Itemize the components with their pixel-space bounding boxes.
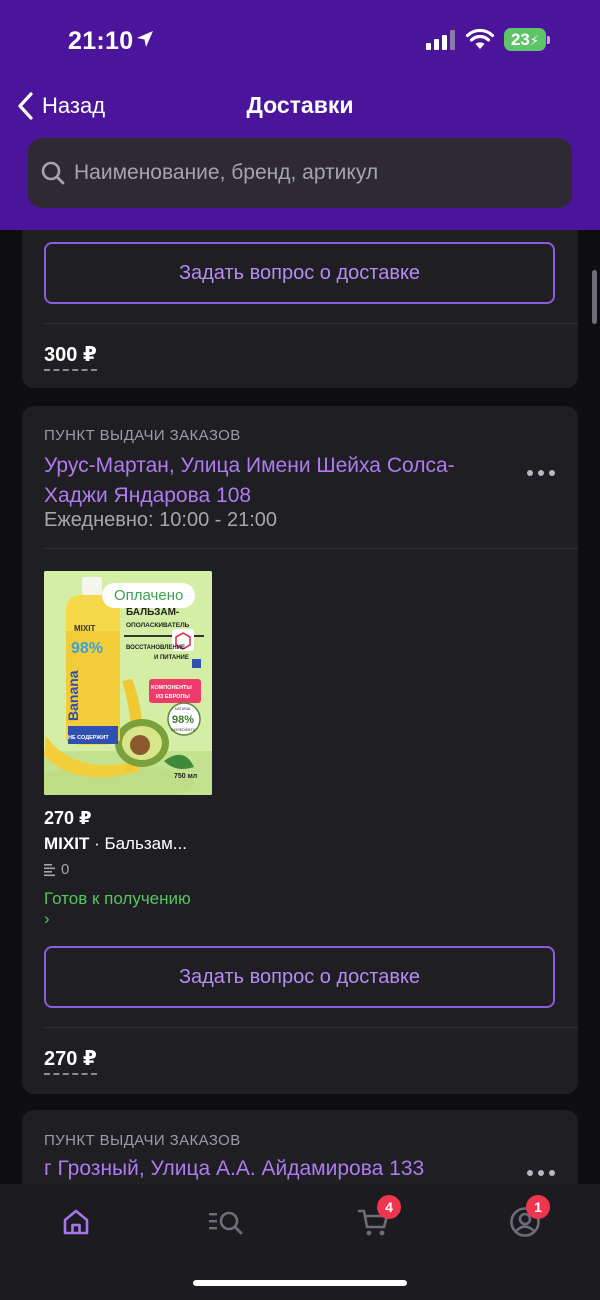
- search-input[interactable]: Наименование, бренд, артикул: [28, 138, 572, 208]
- list-icon: [44, 863, 55, 876]
- catalog-search-icon: [209, 1211, 243, 1235]
- delivery-card: Задать вопрос о доставке 300 ₽: [22, 230, 578, 388]
- product-natural-percent: 98%: [172, 714, 194, 726]
- more-options-icon[interactable]: [526, 464, 556, 482]
- product-title-2: ОПОЛАСКИВАТЕЛЬ: [126, 622, 190, 629]
- product-banana-text: Banana: [65, 670, 81, 721]
- ask-delivery-question-button[interactable]: Задать вопрос о доставке: [44, 946, 555, 1008]
- product-quantity: 0: [44, 861, 69, 878]
- quantity-value: 0: [61, 861, 70, 878]
- battery-icon: 23⚡: [504, 28, 546, 51]
- product-title: · Бальзам...: [89, 834, 187, 853]
- order-status-link[interactable]: Готов к получению: [44, 889, 191, 909]
- product-image[interactable]: MIXIT 98% Banana НЕ СОДЕРЖИТ БАЛЬЗАМ- ОП…: [44, 571, 212, 795]
- product-brand: MIXIT: [44, 834, 90, 853]
- more-options-icon[interactable]: [526, 1164, 556, 1182]
- divider: [44, 1027, 578, 1028]
- home-icon: [63, 1209, 89, 1235]
- cellular-signal-icon: [426, 30, 456, 55]
- home-indicator[interactable]: [193, 1280, 407, 1286]
- divider: [44, 548, 578, 549]
- tab-home[interactable]: [56, 1202, 96, 1242]
- battery-tip: [547, 36, 550, 44]
- tab-bar: 4 1: [0, 1184, 600, 1300]
- cart-badge: 4: [377, 1195, 401, 1219]
- pickup-hours: Ежедневно: 10:00 - 21:00: [44, 509, 278, 531]
- pickup-address[interactable]: г Грозный, Улица А.А. Айдамирова 133: [44, 1154, 504, 1184]
- status-time: 21:10: [68, 27, 134, 55]
- divider: [44, 323, 578, 324]
- product-percent-text: 98%: [71, 640, 103, 657]
- delivery-total: 300 ₽: [44, 344, 97, 371]
- tab-catalog[interactable]: [206, 1202, 246, 1242]
- delivery-total: 270 ₽: [44, 1048, 97, 1075]
- ask-delivery-question-button[interactable]: Задать вопрос о доставке: [44, 242, 555, 304]
- delivery-card: ПУНКТ ВЫДАЧИ ЗАКАЗОВ г Грозный, Улица А.…: [22, 1110, 578, 1184]
- product-ingredients-text: INGREDIENTS: [171, 728, 196, 732]
- wifi-icon: [465, 28, 495, 55]
- product-title-1: БАЛЬЗАМ-: [126, 607, 179, 618]
- status-bar: 21:10 23⚡: [0, 0, 600, 80]
- product-logo-text: MIXIT: [74, 624, 95, 633]
- search-icon: [41, 161, 65, 185]
- product-price: 270 ₽: [44, 808, 92, 828]
- battery-level: 23: [510, 30, 530, 49]
- page-title: Доставки: [246, 92, 354, 118]
- product-volume-text: 750 мл: [174, 773, 197, 780]
- location-arrow-icon: [135, 29, 155, 54]
- pickup-address[interactable]: Урус-Мартан, Улица Имени Шейха Солса-Хад…: [44, 451, 504, 511]
- search-placeholder: Наименование, бренд, артикул: [74, 161, 379, 184]
- paid-status-badge: Оплачено: [102, 583, 196, 608]
- pickup-point-label: ПУНКТ ВЫДАЧИ ЗАКАЗОВ: [44, 1132, 241, 1149]
- product-name[interactable]: MIXIT · Бальзам...: [44, 834, 187, 854]
- product-not-contain-text: НЕ СОДЕРЖИТ: [68, 735, 109, 741]
- product-natural-text: NATURAL: [175, 707, 191, 711]
- delivery-card: ПУНКТ ВЫДАЧИ ЗАКАЗОВ Урус-Мартан, Улица …: [22, 406, 578, 1094]
- pickup-point-label: ПУНКТ ВЫДАЧИ ЗАКАЗОВ: [44, 427, 241, 444]
- product-title-3: ВОССТАНОВЛЕНИЕ: [126, 645, 185, 651]
- profile-badge: 1: [526, 1195, 550, 1219]
- scrollbar[interactable]: [592, 270, 597, 324]
- product-components-1: КОМПОНЕНТЫ: [151, 685, 192, 691]
- product-components-2: ИЗ ЕВРОПЫ: [156, 694, 190, 700]
- chevron-right-icon: ›: [44, 909, 50, 928]
- deliveries-list[interactable]: Задать вопрос о доставке 300 ₽ ПУНКТ ВЫД…: [0, 230, 600, 1184]
- product-title-4: И ПИТАНИЕ: [154, 655, 189, 661]
- app-header: 21:10 23⚡ Назад Доставки Наименование, б…: [0, 0, 600, 230]
